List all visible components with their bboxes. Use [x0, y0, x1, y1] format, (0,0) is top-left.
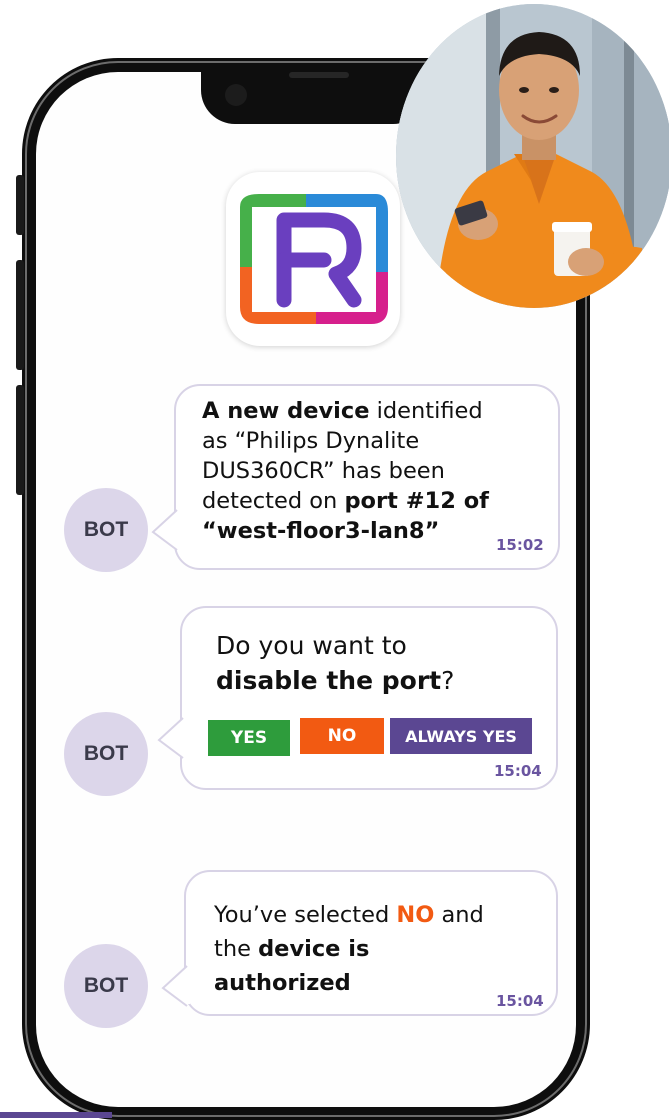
- message-line: detected on port #12 of: [202, 486, 489, 516]
- yes-button[interactable]: YES: [208, 720, 290, 756]
- phone-volume-up-button: [16, 260, 24, 370]
- bot-avatar: BOT: [64, 944, 148, 1028]
- message-line: Do you want to: [216, 628, 454, 663]
- front-camera-icon: [225, 84, 247, 106]
- message-timestamp: 15:04: [496, 992, 544, 1010]
- message-segment: authorized: [214, 970, 351, 996]
- bot-avatar-label: BOT: [83, 518, 129, 541]
- user-photo: [396, 4, 669, 308]
- message-segment: and: [434, 902, 484, 928]
- phone-notch: [201, 72, 427, 124]
- message-segment: DUS360CR” has been: [202, 458, 445, 484]
- message-segment: port #12 of: [344, 488, 489, 514]
- message-segment: You’ve selected: [214, 902, 397, 928]
- bot-avatar: BOT: [64, 712, 148, 796]
- message-line: A new device identified: [202, 396, 489, 426]
- accent-bar: [0, 1112, 112, 1118]
- message-segment: ?: [441, 666, 455, 695]
- message-segment: disable the port: [216, 666, 442, 695]
- bot-avatar-label: BOT: [83, 974, 129, 997]
- app-logo-icon[interactable]: [226, 172, 400, 346]
- bot-avatar: BOT: [64, 488, 148, 572]
- message-text: You’ve selected NO and the device is autho…: [214, 898, 484, 1000]
- no-button[interactable]: NO: [300, 718, 384, 754]
- message-segment: detected on: [202, 488, 345, 514]
- message-timestamp: 15:02: [496, 536, 544, 554]
- message-line: disable the port?: [216, 663, 454, 698]
- message-segment: the: [214, 936, 259, 962]
- message-segment: device is: [258, 936, 370, 962]
- message-segment: as “Philips Dynalite: [202, 428, 420, 454]
- bubble-tail: [157, 717, 186, 759]
- message-line: You’ve selected NO and: [214, 898, 484, 932]
- message-text: A new device identified as “Philips Dynal…: [202, 396, 489, 546]
- message-segment: A new device: [202, 398, 370, 424]
- message-line: as “Philips Dynalite: [202, 426, 489, 456]
- bot-avatar-label: BOT: [83, 742, 129, 765]
- selected-answer-highlight: NO: [396, 902, 435, 928]
- message-segment: “west-floor3-lan8”: [202, 518, 440, 544]
- bubble-tail: [161, 965, 190, 1007]
- phone-side-button: [16, 175, 24, 235]
- bubble-tail: [151, 509, 180, 551]
- message-text: Do you want to disable the port?: [216, 628, 454, 698]
- phone-volume-down-button: [16, 385, 24, 495]
- always-yes-button[interactable]: ALWAYS YES: [390, 718, 532, 754]
- message-line: DUS360CR” has been: [202, 456, 489, 486]
- message-timestamp: 15:04: [494, 762, 542, 780]
- message-line: “west-floor3-lan8”: [202, 516, 489, 546]
- message-line: the device is: [214, 932, 484, 966]
- message-segment: identified: [369, 398, 483, 424]
- message-segment: Do you want to: [216, 631, 407, 660]
- speaker-grille: [289, 72, 349, 78]
- message-line: authorized: [214, 966, 484, 1000]
